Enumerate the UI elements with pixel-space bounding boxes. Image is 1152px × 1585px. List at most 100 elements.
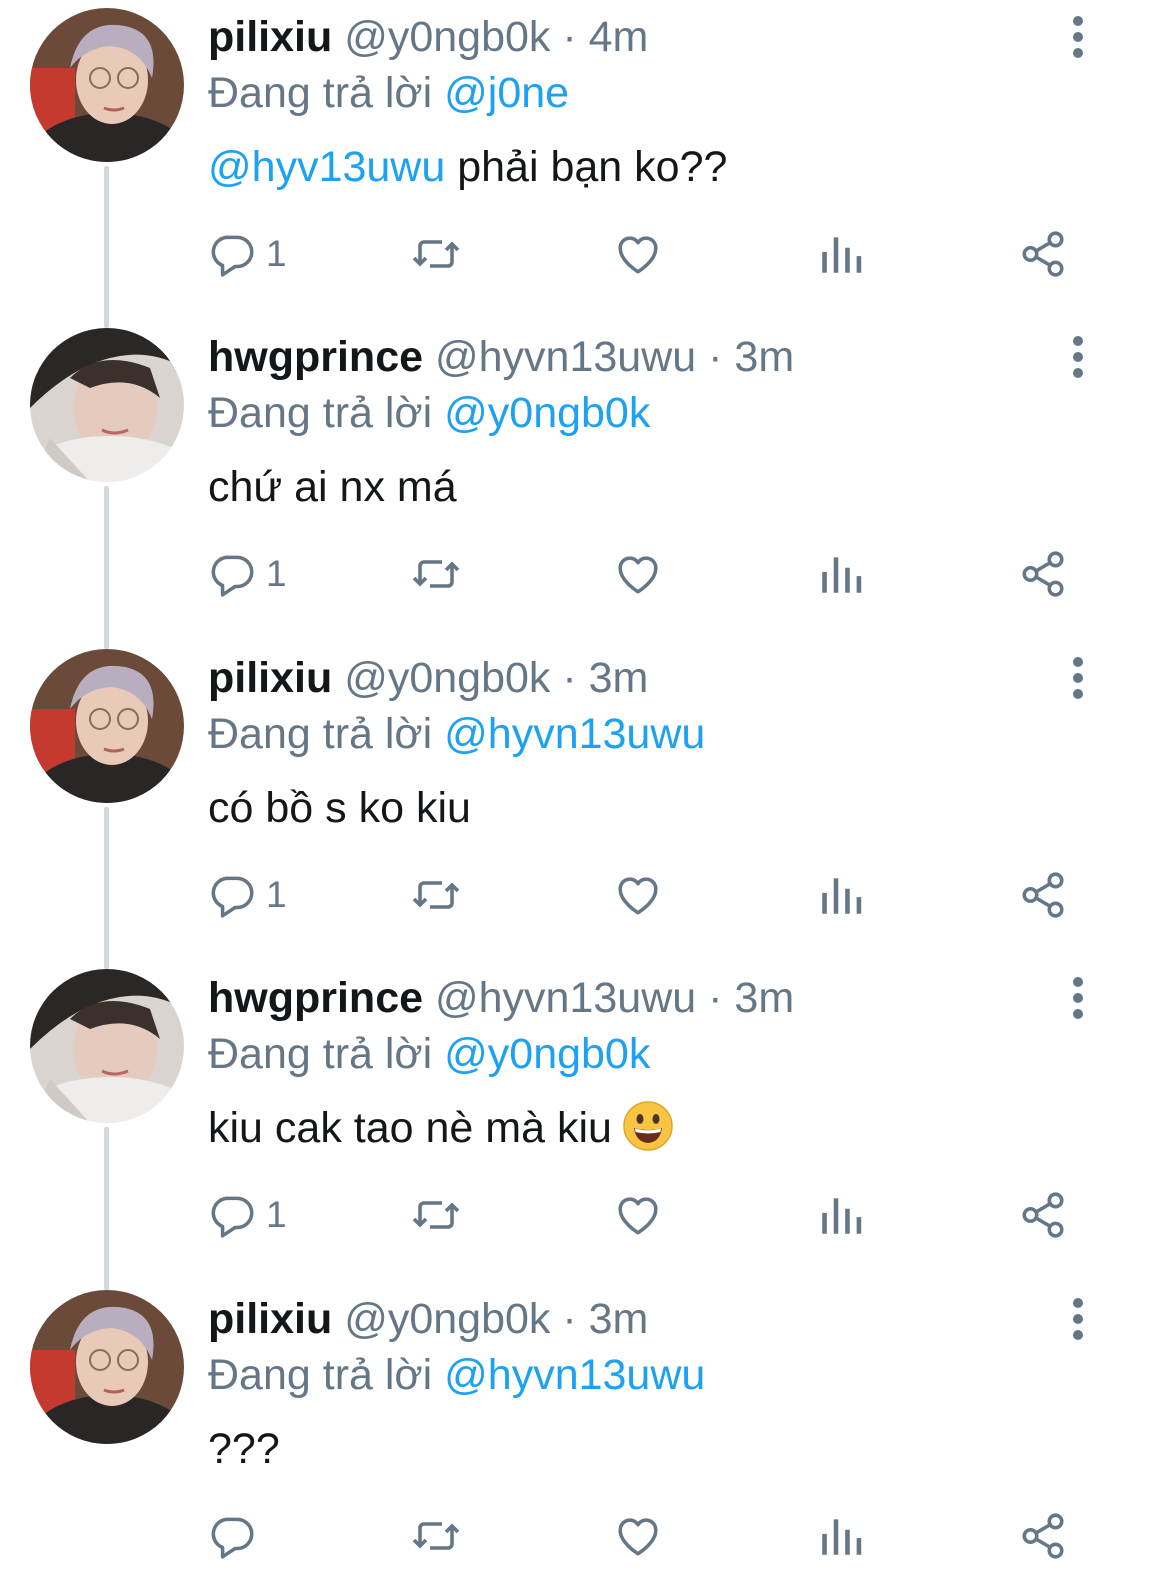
replying-to: Đang trả lời @hyvn13uwu	[208, 707, 705, 761]
avatar[interactable]	[30, 328, 184, 482]
share-button[interactable]	[1018, 1506, 1068, 1566]
share-nodes-icon	[1022, 872, 1064, 918]
avatar[interactable]	[30, 649, 184, 803]
share-button[interactable]	[1018, 865, 1068, 925]
vertical-ellipsis-icon	[1073, 1298, 1083, 1340]
like-button[interactable]	[613, 865, 663, 925]
share-button[interactable]	[1018, 224, 1068, 284]
separator: ·	[696, 333, 735, 381]
retweet-arrows-icon	[412, 1201, 460, 1229]
reply-button[interactable]: 1	[208, 224, 287, 284]
replying-to-mention[interactable]: @j0ne	[444, 69, 569, 117]
like-button[interactable]	[613, 1506, 663, 1566]
more-options-button[interactable]	[1060, 14, 1096, 60]
retweet-button[interactable]	[410, 544, 462, 604]
handle[interactable]: @y0ngb0k	[344, 13, 550, 61]
retweet-button[interactable]	[410, 1185, 462, 1245]
speech-bubble-icon	[211, 555, 254, 597]
view-stats-button[interactable]	[818, 1506, 864, 1566]
bar-chart-icon	[822, 237, 862, 273]
thread-connector-line	[104, 1127, 109, 1281]
heart-outline-icon	[618, 556, 658, 594]
speech-bubble-icon	[211, 876, 254, 918]
reply-count: 1	[266, 233, 287, 274]
like-button[interactable]	[613, 1185, 663, 1245]
view-stats-button[interactable]	[818, 1185, 864, 1245]
view-stats-button[interactable]	[818, 865, 864, 925]
tweet[interactable]: pilixiu @y0ngb0k · 3m Đang trả lời @hyvn…	[0, 631, 1152, 961]
like-button[interactable]	[613, 224, 663, 284]
retweet-arrows-icon	[412, 560, 460, 588]
timestamp[interactable]: 3m	[589, 654, 649, 702]
share-button[interactable]	[1018, 544, 1068, 604]
replying-to-mention[interactable]: @hyvn13uwu	[444, 710, 705, 758]
retweet-button[interactable]	[410, 865, 462, 925]
reply-button[interactable]: 1	[208, 865, 287, 925]
view-stats-button[interactable]	[818, 544, 864, 604]
tweet-body: kiu cak tao nè mà kiu	[208, 1099, 674, 1167]
timestamp[interactable]: 4m	[589, 13, 649, 61]
replying-to: Đang trả lời @y0ngb0k	[208, 386, 650, 440]
tweet-body: có bồ s ko kiu	[208, 779, 471, 837]
tweet[interactable]: hwgprince @hyvn13uwu · 3m Đang trả lời @…	[0, 310, 1152, 640]
more-options-button[interactable]	[1060, 1296, 1096, 1342]
retweet-button[interactable]	[410, 224, 462, 284]
vertical-ellipsis-icon	[1073, 657, 1083, 699]
replying-to-label: Đang trả lời	[208, 710, 445, 758]
handle[interactable]: @y0ngb0k	[344, 654, 550, 702]
timestamp[interactable]: 3m	[734, 333, 794, 381]
display-name[interactable]: pilixiu	[208, 13, 332, 61]
avatar[interactable]	[30, 969, 184, 1123]
replying-to-label: Đang trả lời	[208, 69, 445, 117]
display-name[interactable]: hwgprince	[208, 333, 423, 381]
thread-connector-line	[104, 631, 109, 649]
thread-connector-line	[104, 310, 109, 328]
tweet-header: pilixiu @y0ngb0k · 3m	[208, 651, 648, 705]
tweet-header: hwgprince @hyvn13uwu · 3m	[208, 330, 794, 384]
timestamp[interactable]: 3m	[734, 974, 794, 1022]
reply-button[interactable]	[208, 1506, 266, 1566]
share-nodes-icon	[1022, 551, 1064, 597]
bar-chart-icon	[822, 1519, 862, 1555]
more-options-button[interactable]	[1060, 975, 1096, 1021]
separator: ·	[550, 654, 589, 702]
body-text: ???	[208, 1425, 280, 1473]
display-name[interactable]: pilixiu	[208, 654, 332, 702]
heart-outline-icon	[618, 1197, 658, 1235]
reply-button[interactable]: 1	[208, 1185, 287, 1245]
more-options-button[interactable]	[1060, 655, 1096, 701]
avatar[interactable]	[30, 1290, 184, 1444]
bar-chart-icon	[822, 878, 862, 914]
tweet[interactable]: hwgprince @hyvn13uwu · 3m Đang trả lời @…	[0, 951, 1152, 1281]
display-name[interactable]: pilixiu	[208, 1295, 332, 1343]
share-button[interactable]	[1018, 1185, 1068, 1245]
share-nodes-icon	[1022, 1192, 1064, 1238]
more-options-button[interactable]	[1060, 334, 1096, 380]
reply-button[interactable]: 1	[208, 544, 287, 604]
handle[interactable]: @hyvn13uwu	[435, 333, 696, 381]
view-stats-button[interactable]	[818, 224, 864, 284]
tweet[interactable]: pilixiu @y0ngb0k · 3m Đang trả lời @hyvn…	[0, 1272, 1152, 1585]
avatar[interactable]	[30, 8, 184, 162]
replying-to-mention[interactable]: @hyvn13uwu	[444, 1351, 705, 1399]
handle-text: @y0ngb0k	[344, 1295, 551, 1343]
timestamp[interactable]: 3m	[589, 1295, 649, 1343]
replying-to-mention[interactable]: @y0ngb0k	[444, 389, 650, 437]
display-name[interactable]: hwgprince	[208, 974, 423, 1022]
speech-bubble-icon	[211, 1517, 254, 1559]
body-mention[interactable]: @hyv13uwu	[208, 143, 445, 191]
heart-outline-icon	[618, 1518, 658, 1556]
handle[interactable]: @hyvn13uwu	[435, 974, 696, 1022]
retweet-button[interactable]	[410, 1506, 462, 1566]
reply-thread: pilixiu @y0ngb0k · 4m Đang trả lời @j0ne…	[0, 0, 1152, 1585]
body-text: có bồ s ko kiu	[208, 784, 471, 832]
share-nodes-icon	[1022, 1513, 1064, 1559]
handle[interactable]: @y0ngb0k	[344, 1295, 550, 1343]
replying-to-label: Đang trả lời	[208, 1030, 445, 1078]
tweet[interactable]: pilixiu @y0ngb0k · 4m Đang trả lời @j0ne…	[0, 0, 1152, 320]
replying-to-mention[interactable]: @y0ngb0k	[444, 1030, 650, 1078]
retweet-arrows-icon	[412, 1522, 460, 1550]
vertical-ellipsis-icon	[1073, 977, 1083, 1019]
vertical-ellipsis-icon	[1073, 16, 1083, 58]
like-button[interactable]	[613, 544, 663, 604]
